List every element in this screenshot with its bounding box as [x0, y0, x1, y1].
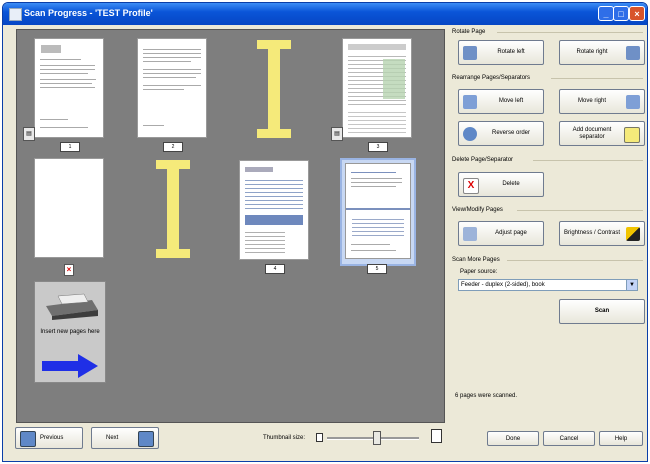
rotate-left-button[interactable]: Rotate left [458, 40, 544, 65]
move-right-button[interactable]: Move right [559, 89, 645, 114]
page-number-label: 4 [265, 264, 285, 274]
page-thumbnail[interactable] [342, 38, 412, 138]
small-page-icon [316, 433, 323, 442]
window-title: Scan Progress - 'TEST Profile' [24, 8, 153, 18]
group-title: Scan More Pages [452, 257, 500, 263]
insert-pages-text: Insert new pages here [40, 329, 100, 335]
page-side-icon: ▤ [23, 127, 35, 141]
move-right-icon [626, 95, 640, 109]
selected-page-frame[interactable] [340, 158, 416, 266]
previous-button[interactable]: Previous [15, 427, 83, 449]
paper-source-value: Feeder - duplex (2-sided), book [461, 282, 545, 288]
page-number-label: 2 [163, 142, 183, 152]
large-page-icon [431, 429, 442, 443]
scan-progress-window: Scan Progress - 'TEST Profile' _ □ × ▤ 1 [2, 2, 648, 462]
thumbnail-size-label: Thumbnail size: [263, 435, 306, 441]
page-number-label: 1 [60, 142, 80, 152]
slider-handle[interactable] [373, 431, 381, 445]
page-number-label: 3 [368, 142, 388, 152]
close-button[interactable]: × [629, 6, 645, 21]
add-separator-button[interactable]: Add document separator [559, 121, 645, 146]
brightness-contrast-button[interactable]: Brightness / Contrast [559, 221, 645, 246]
cancel-button[interactable]: Cancel [543, 431, 595, 446]
move-left-button[interactable]: Move left [458, 89, 544, 114]
title-bar: Scan Progress - 'TEST Profile' _ □ × [3, 3, 647, 25]
delete-icon: X [463, 178, 479, 194]
help-button[interactable]: Help [599, 431, 643, 446]
document-separator[interactable] [257, 40, 291, 138]
reverse-order-icon [463, 127, 477, 141]
document-separator[interactable] [156, 160, 190, 258]
bottom-bar: Previous Next Thumbnail size: Done Cance… [3, 423, 647, 461]
group-title: Rotate Page [452, 29, 486, 35]
page-thumbnail[interactable] [137, 38, 207, 138]
minimize-button[interactable]: _ [598, 6, 614, 21]
next-button[interactable]: Next [91, 427, 159, 449]
reverse-order-button[interactable]: Reverse order [458, 121, 544, 146]
adjust-page-button[interactable]: Adjust page [458, 221, 544, 246]
page-side-icon: ▤ [331, 127, 343, 141]
adjust-page-icon [463, 227, 477, 241]
scanner-icon [46, 293, 98, 320]
thumbnail-size-slider[interactable] [327, 431, 419, 445]
next-icon [138, 431, 154, 447]
group-title: Rearrange Pages/Separators [452, 75, 531, 81]
move-left-icon [463, 95, 477, 109]
rotate-right-button[interactable]: Rotate right [559, 40, 645, 65]
arrow-right-icon [42, 354, 98, 378]
delete-button[interactable]: X Delete [458, 172, 544, 197]
page-thumbnail[interactable] [239, 160, 309, 260]
chevron-down-icon[interactable]: ▼ [626, 280, 637, 290]
group-title: Delete Page/Separator [452, 157, 514, 163]
status-text: 6 pages were scanned. [455, 393, 518, 399]
group-title: View/Modify Pages [452, 207, 503, 213]
actions-panel: Rotate Page Rotate left Rotate right Rea… [449, 29, 645, 421]
separator-icon [624, 127, 640, 143]
paper-source-select[interactable]: Feeder - duplex (2-sided), book ▼ [458, 279, 638, 291]
previous-icon [20, 431, 36, 447]
delete-mark-icon: × [64, 264, 74, 276]
maximize-button[interactable]: □ [613, 6, 629, 21]
rotate-left-icon [463, 46, 477, 60]
page-thumbnail[interactable] [34, 38, 104, 138]
page-number-label: 5 [367, 264, 387, 274]
thumbnail-pane[interactable]: ▤ 1 2 ▤ 3 × 4 5 Insert new pages here [16, 29, 445, 423]
done-button[interactable]: Done [487, 431, 539, 446]
brightness-icon [626, 227, 640, 241]
paper-source-label: Paper source: [460, 269, 498, 275]
scan-button[interactable]: Scan [559, 299, 645, 324]
rotate-right-icon [626, 46, 640, 60]
insert-pages-placeholder[interactable]: Insert new pages here [34, 281, 106, 383]
page-thumbnail[interactable] [34, 158, 104, 258]
app-icon [9, 8, 22, 21]
page-thumbnail[interactable] [345, 163, 411, 259]
logo-block [41, 45, 61, 53]
